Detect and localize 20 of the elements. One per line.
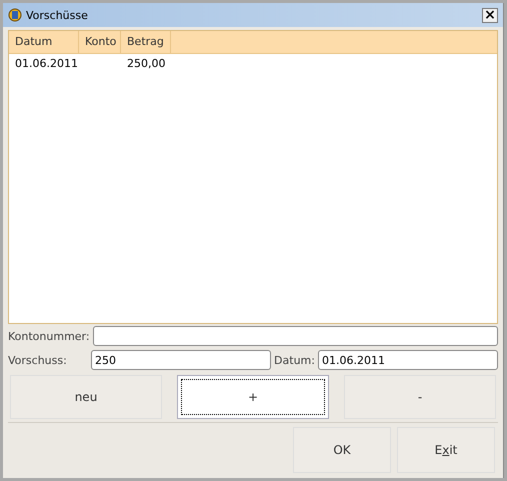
field-label: Vorschuss: [8,354,68,366]
app-icon [8,8,22,22]
input-field[interactable]: 250 [91,350,272,370]
input-field[interactable] [92,326,498,346]
dialog-button[interactable]: OK [293,427,391,473]
close-button[interactable]: × [482,8,498,22]
table-cell-text: 250,00 [126,56,166,70]
field-label: Kontonummer: [8,330,90,342]
table-cell-text: 01.06.2011 [14,56,79,70]
action-button[interactable]: - [344,375,496,419]
table-row[interactable]: 01.06.2011 250,00 [9,54,497,72]
action-button[interactable]: neu [10,375,162,419]
action-button[interactable]: + [177,375,329,419]
column-header[interactable]: Datum [9,31,79,53]
field-label: Datum: [274,354,315,366]
window-title: Vorschüsse [26,8,89,22]
input-field[interactable]: 01.06.2011 [318,350,498,370]
dialog-button[interactable]: Exit [397,427,495,473]
column-header[interactable]: Betrag [121,31,171,53]
column-header[interactable]: Konto [79,31,121,53]
